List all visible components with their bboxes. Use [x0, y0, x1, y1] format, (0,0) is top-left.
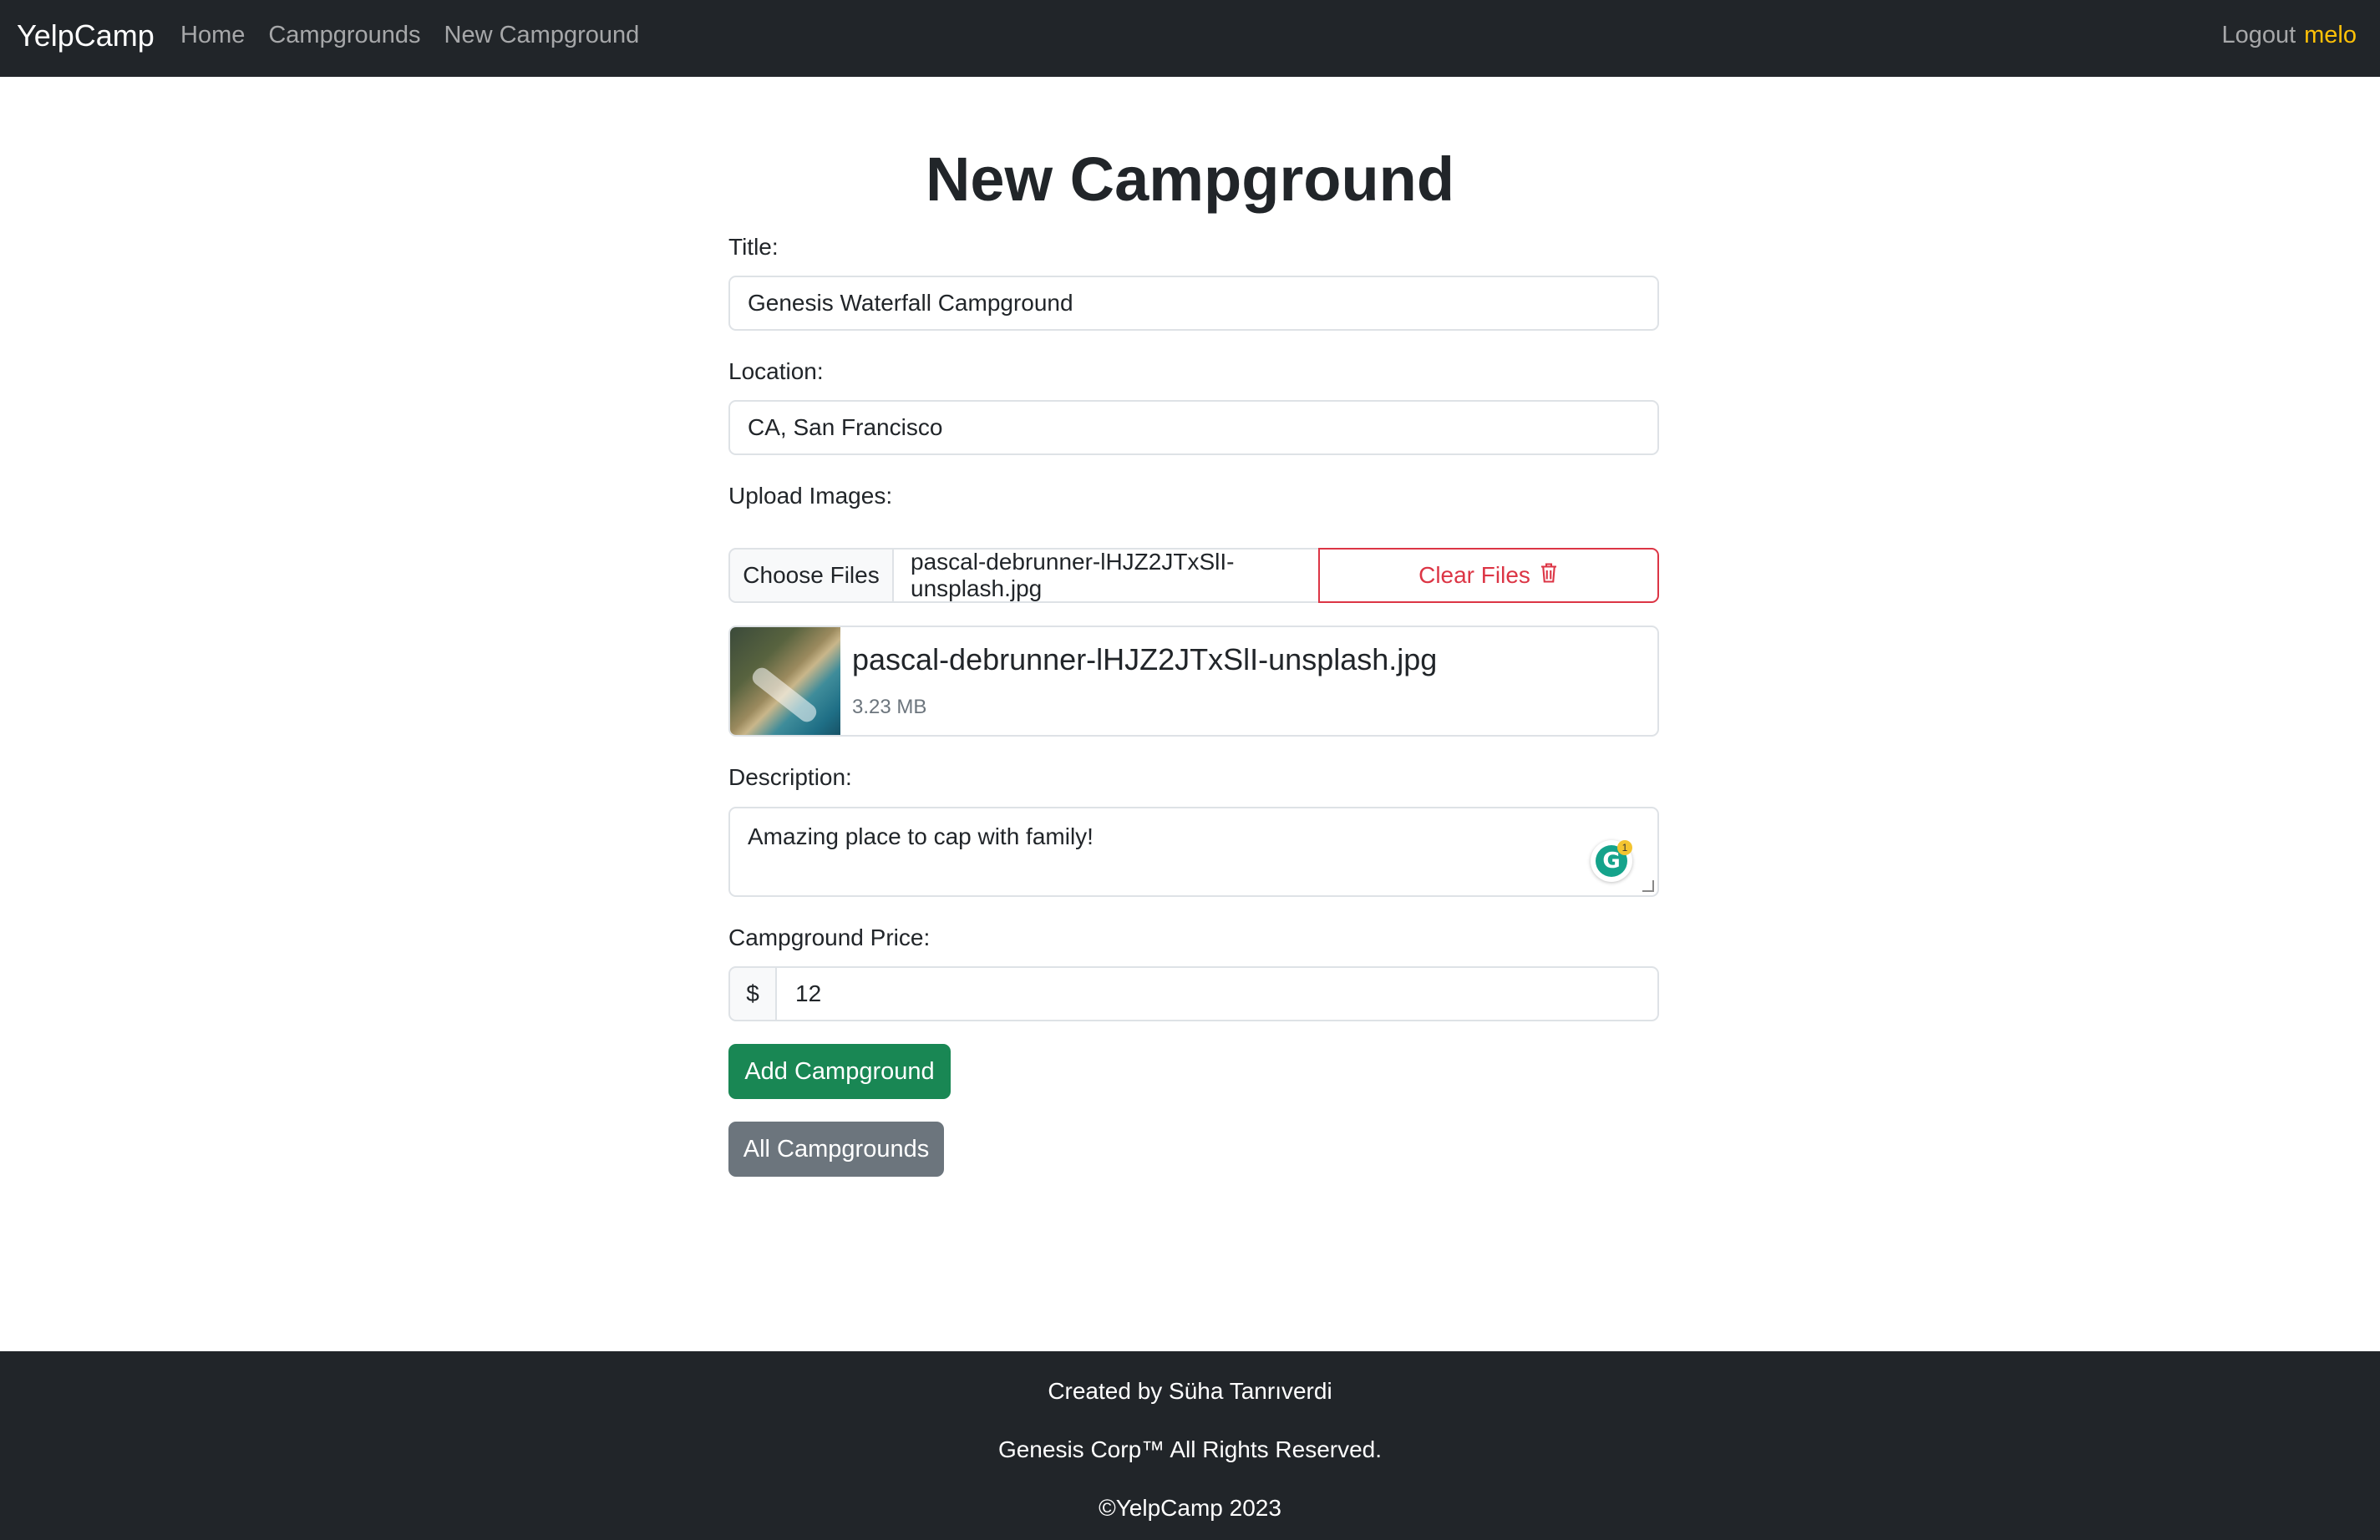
choose-files-button[interactable]: Choose Files — [728, 548, 894, 603]
footer-copyright: ©YelpCamp 2023 — [1099, 1495, 1281, 1521]
clear-files-button[interactable]: Clear Files — [1318, 548, 1659, 603]
title-input[interactable]: Genesis Waterfall Campground — [728, 276, 1659, 331]
footer-rights: Genesis Corp™ All Rights Reserved. — [997, 1436, 1383, 1462]
footer-created-by: Created by Süha Tanrıverdi — [1048, 1378, 1332, 1404]
all-campgrounds-button[interactable]: All Campgrounds — [728, 1122, 944, 1177]
footer: Created by Süha Tanrıverdi Genesis Corp™… — [0, 1351, 2380, 1540]
grammarly-icon[interactable]: G 1 — [1591, 840, 1632, 882]
price-label: Campground Price: — [728, 925, 931, 950]
description-label: Description: — [728, 764, 852, 790]
nav-user-area: Logout melo — [2221, 22, 2357, 49]
file-preview-card: pascal-debrunner-lHJZ2JTxSlI-unsplash.jp… — [728, 626, 1659, 737]
file-input-group: Choose Files pascal-debrunner-lHJZ2JTxSl… — [728, 548, 1659, 603]
price-input-value: 12 — [795, 980, 822, 1006]
resize-handle-icon[interactable] — [1642, 880, 1654, 892]
nav-link-home[interactable]: Home — [180, 22, 245, 49]
title-input-value: Genesis Waterfall Campground — [748, 290, 1073, 316]
logout-link[interactable]: Logout — [2221, 22, 2296, 49]
file-preview-name: pascal-debrunner-lHJZ2JTxSlI-unsplash.jp… — [852, 642, 1438, 676]
file-thumbnail-image — [730, 627, 840, 735]
file-preview-size: 3.23 MB — [852, 696, 927, 718]
price-input[interactable]: 12 — [777, 966, 1659, 1021]
trash-icon — [1539, 561, 1559, 590]
grammarly-badge: 1 — [1617, 840, 1632, 855]
title-label: Title: — [728, 234, 779, 260]
nav-link-campgrounds[interactable]: Campgrounds — [268, 22, 420, 49]
description-textarea[interactable]: Amazing place to cap with family! G 1 — [728, 807, 1659, 897]
currency-addon: $ — [728, 966, 777, 1021]
location-input-value: CA, San Francisco — [748, 414, 943, 440]
clear-files-label: Clear Files — [1418, 562, 1530, 588]
nav-links: Home Campgrounds New Campground — [180, 22, 639, 49]
brand-link[interactable]: YelpCamp — [17, 18, 155, 53]
upload-images-label: Upload Images: — [728, 483, 893, 509]
price-input-group: $ 12 — [728, 966, 1659, 1021]
page-title: New Campground — [925, 144, 1455, 214]
add-campground-button[interactable]: Add Campground — [728, 1044, 951, 1099]
description-value: Amazing place to cap with family! — [748, 823, 1094, 849]
location-input[interactable]: CA, San Francisco — [728, 400, 1659, 455]
location-label: Location: — [728, 358, 824, 384]
username: melo — [2304, 22, 2357, 48]
nav-link-new-campground[interactable]: New Campground — [444, 22, 640, 49]
navbar: YelpCamp Home Campgrounds New Campground… — [0, 0, 2380, 77]
selected-file-name[interactable]: pascal-debrunner-lHJZ2JTxSlI-unsplash.jp… — [894, 548, 1318, 603]
